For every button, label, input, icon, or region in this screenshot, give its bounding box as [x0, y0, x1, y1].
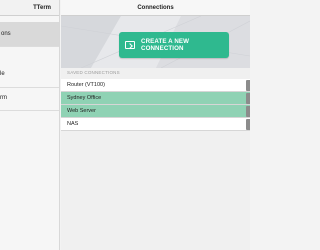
sidebar-item-profile[interactable]: le	[0, 71, 5, 77]
connection-row[interactable]: Router (VT100)	[61, 79, 250, 92]
sidebar-item-connections[interactable]: ons	[0, 22, 59, 46]
connection-name: Sydney Office	[67, 95, 102, 101]
connection-row[interactable]: Sydney Office	[61, 92, 250, 105]
create-connection-button[interactable]: CREATE A NEW CONNECTION	[119, 32, 229, 58]
connection-name: Router (VT100)	[67, 82, 105, 88]
create-connection-label: CREATE A NEW CONNECTION	[141, 38, 190, 52]
connection-row[interactable]: NAS	[61, 118, 250, 131]
divider	[0, 110, 59, 111]
connection-list: Router (VT100) Sydney Office Web Server …	[61, 79, 250, 131]
connection-name: NAS	[67, 121, 79, 127]
terminal-icon	[125, 41, 135, 49]
row-handle-icon[interactable]	[246, 80, 250, 91]
row-handle-icon[interactable]	[246, 119, 250, 130]
divider	[0, 46, 59, 47]
sidebar: TTerm ons le rm	[0, 0, 60, 250]
sidebar-title: TTerm	[33, 4, 51, 11]
section-label: SAVED CONNECTIONS	[67, 70, 120, 75]
sidebar-item-label: le	[0, 71, 5, 77]
sidebar-header: TTerm	[0, 0, 59, 16]
row-handle-icon[interactable]	[246, 106, 250, 117]
sidebar-item-label: rm	[0, 95, 7, 101]
sidebar-item-label: ons	[1, 31, 11, 37]
main-header: Connections	[61, 0, 250, 16]
sidebar-item-terminal[interactable]: rm	[0, 95, 7, 101]
hero-banner: CREATE A NEW CONNECTION	[61, 16, 250, 68]
row-handle-icon[interactable]	[246, 93, 250, 104]
connection-name: Web Server	[67, 108, 96, 114]
divider	[0, 87, 59, 88]
page-title: Connections	[137, 4, 174, 11]
main-panel: Connections CREATE A NEW CONNECTION SAVE…	[61, 0, 250, 250]
connection-row[interactable]: Web Server	[61, 105, 250, 118]
